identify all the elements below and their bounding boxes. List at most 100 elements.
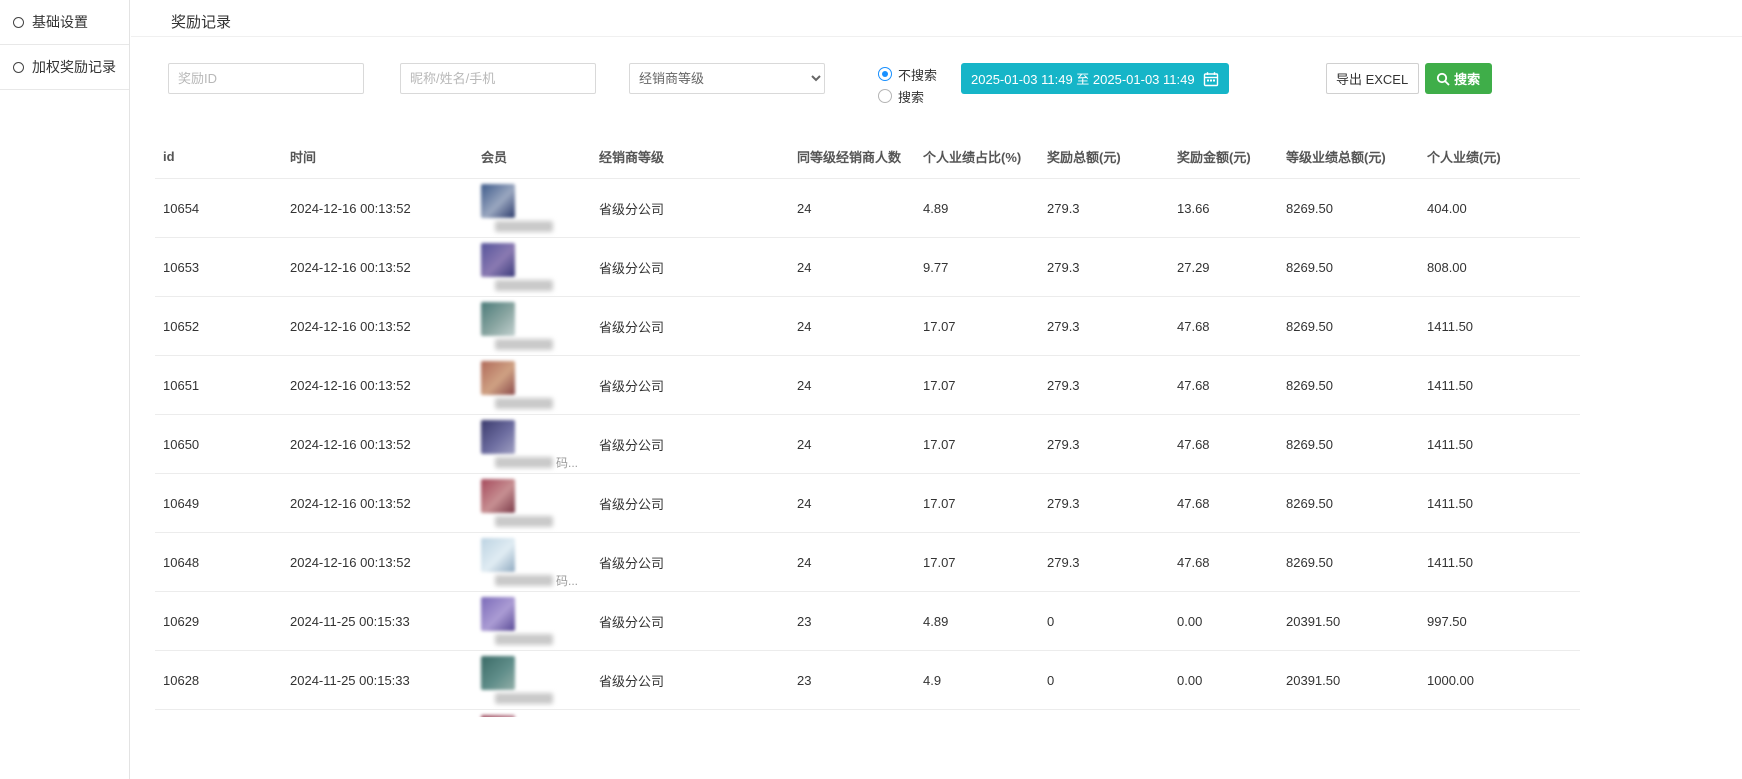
records-table: id时间会员经销商等级同等级经销商人数个人业绩占比(%)奖励总额(元)奖励金额(… (155, 137, 1580, 717)
cell-peer_count: 23 (789, 592, 915, 651)
member-cell (473, 356, 591, 415)
cell-ratio: 4.89 (915, 179, 1039, 238)
table-row: 106502024-12-16 00:13:52码...省级分公司2417.07… (155, 415, 1580, 474)
member-avatar (481, 715, 515, 717)
cell-id: 10628 (155, 651, 282, 710)
column-header: id (155, 137, 282, 179)
table-row: 106272024-11-25 00:15:33省级分公司234.900.002… (155, 710, 1580, 718)
cell-level: 省级分公司 (591, 533, 789, 592)
cell-personal: 997.50 (1419, 592, 1580, 651)
radio-selected-icon[interactable] (878, 67, 892, 81)
member-name-redacted (495, 457, 553, 468)
cell-level: 省级分公司 (591, 651, 789, 710)
cell-reward_amount: 27.29 (1169, 238, 1278, 297)
cell-reward_amount: 13.66 (1169, 179, 1278, 238)
member-avatar (481, 302, 515, 336)
member-avatar (481, 361, 515, 395)
cell-time: 2024-12-16 00:13:52 (282, 297, 473, 356)
cell-level_total: 20391.50 (1278, 710, 1419, 718)
member-name-redacted (495, 280, 553, 291)
records-table-container: id时间会员经销商等级同等级经销商人数个人业绩占比(%)奖励总额(元)奖励金额(… (155, 137, 1585, 717)
cell-time: 2024-12-16 00:13:52 (282, 238, 473, 297)
member-avatar (481, 184, 515, 218)
cell-ratio: 17.07 (915, 415, 1039, 474)
cell-reward_amount: 47.68 (1169, 356, 1278, 415)
sidebar-item-label: 加权奖励记录 (32, 57, 116, 77)
cell-personal: 808.00 (1419, 238, 1580, 297)
cell-reward_total: 0 (1039, 592, 1169, 651)
member-cell (473, 651, 591, 710)
column-header: 等级业绩总额(元) (1278, 137, 1419, 179)
cell-level_total: 8269.50 (1278, 474, 1419, 533)
export-excel-button[interactable]: 导出 EXCEL (1326, 63, 1419, 94)
date-range-button[interactable]: 2025-01-03 11:49 至 2025-01-03 11:49 (961, 63, 1229, 94)
cell-ratio: 17.07 (915, 533, 1039, 592)
radio-search-label: 搜索 (898, 87, 924, 106)
column-header: 经销商等级 (591, 137, 789, 179)
cell-peer_count: 23 (789, 651, 915, 710)
radio-no-search[interactable]: 不搜索 (878, 63, 937, 85)
main-content: 奖励记录 经销商等级 不搜索 搜索 2025-01-03 11:49 至 202… (131, 0, 1742, 779)
date-range-label: 2025-01-03 11:49 至 2025-01-03 11:49 (971, 69, 1195, 88)
page-title: 奖励记录 (131, 0, 1742, 37)
cell-time: 2024-11-25 00:15:33 (282, 651, 473, 710)
table-row: 106532024-12-16 00:13:52省级分公司249.77279.3… (155, 238, 1580, 297)
cell-reward_amount: 47.68 (1169, 474, 1278, 533)
dealer-level-select[interactable]: 经销商等级 (629, 63, 825, 94)
radio-search[interactable]: 搜索 (878, 85, 937, 107)
member-avatar (481, 597, 515, 631)
column-header: 奖励金额(元) (1169, 137, 1278, 179)
cell-reward_total: 279.3 (1039, 474, 1169, 533)
cell-reward_total: 279.3 (1039, 297, 1169, 356)
cell-personal: 1411.50 (1419, 415, 1580, 474)
table-row: 106292024-11-25 00:15:33省级分公司234.8900.00… (155, 592, 1580, 651)
cell-time: 2024-12-16 00:13:52 (282, 474, 473, 533)
cell-ratio: 17.07 (915, 356, 1039, 415)
cell-time: 2024-12-16 00:13:52 (282, 179, 473, 238)
member-avatar (481, 420, 515, 454)
cell-id: 10652 (155, 297, 282, 356)
member-name-redacted (495, 339, 553, 350)
member-search-input[interactable] (400, 63, 596, 94)
cell-id: 10653 (155, 238, 282, 297)
cell-level: 省级分公司 (591, 474, 789, 533)
cell-time: 2024-12-16 00:13:52 (282, 415, 473, 474)
sidebar-item-label: 基础设置 (32, 12, 88, 32)
cell-peer_count: 24 (789, 474, 915, 533)
member-avatar (481, 538, 515, 572)
search-button[interactable]: 搜索 (1425, 63, 1492, 94)
reward-id-input[interactable] (168, 63, 364, 94)
member-cell (473, 297, 591, 356)
radio-unselected-icon[interactable] (878, 89, 892, 103)
cell-level_total: 8269.50 (1278, 356, 1419, 415)
member-avatar (481, 656, 515, 690)
column-header: 同等级经销商人数 (789, 137, 915, 179)
cell-personal: 1411.50 (1419, 474, 1580, 533)
cell-peer_count: 24 (789, 533, 915, 592)
cell-reward_total: 279.3 (1039, 533, 1169, 592)
radio-no-search-label: 不搜索 (898, 65, 937, 84)
cell-time: 2024-12-16 00:13:52 (282, 533, 473, 592)
radio-circle-icon (13, 17, 24, 28)
filter-bar: 经销商等级 不搜索 搜索 2025-01-03 11:49 至 2025-01-… (168, 63, 1742, 107)
cell-personal: 1411.50 (1419, 533, 1580, 592)
cell-personal: 1000.00 (1419, 651, 1580, 710)
member-name-redacted (495, 634, 553, 645)
sidebar: 基础设置 加权奖励记录 (0, 0, 130, 779)
cell-reward_total: 279.3 (1039, 179, 1169, 238)
member-cell: 码... (473, 415, 591, 474)
cell-reward_amount: 0.00 (1169, 651, 1278, 710)
sidebar-item-basic-settings[interactable]: 基础设置 (0, 0, 129, 45)
sidebar-item-weighted-reward-records[interactable]: 加权奖励记录 (0, 45, 129, 90)
cell-personal: 1411.50 (1419, 356, 1580, 415)
table-row: 106482024-12-16 00:13:52码...省级分公司2417.07… (155, 533, 1580, 592)
cell-level_total: 8269.50 (1278, 415, 1419, 474)
member-name-redacted (495, 693, 553, 704)
cell-ratio: 17.07 (915, 297, 1039, 356)
member-cell (473, 592, 591, 651)
cell-personal: 1000.00 (1419, 710, 1580, 718)
cell-level: 省级分公司 (591, 710, 789, 718)
cell-reward_total: 279.3 (1039, 356, 1169, 415)
column-header: 个人业绩(元) (1419, 137, 1580, 179)
cell-peer_count: 24 (789, 297, 915, 356)
